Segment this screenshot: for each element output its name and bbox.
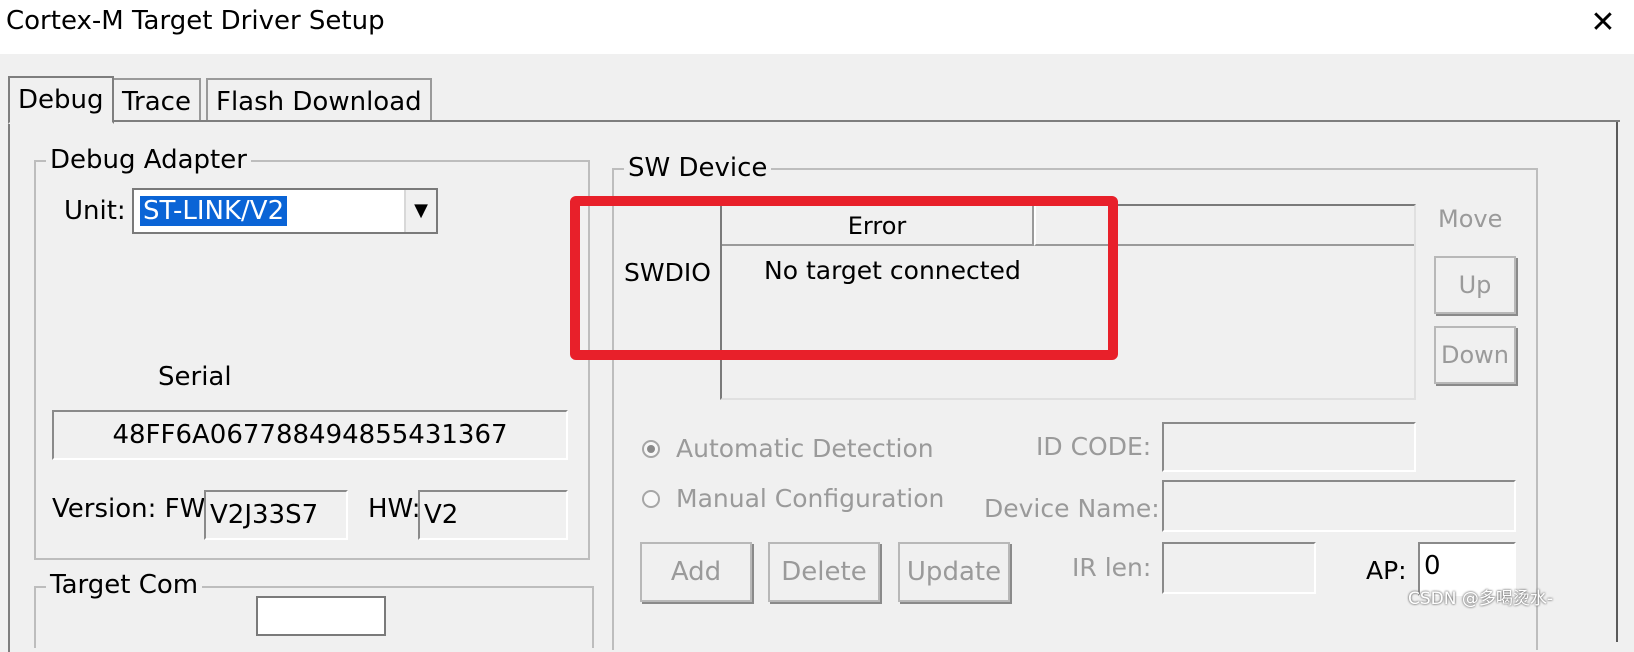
target-com-legend: Target Com — [46, 570, 203, 600]
id-code-label: ID CODE: — [1036, 432, 1152, 461]
unit-selected-value: ST-LINK/V2 — [140, 196, 288, 226]
unit-select[interactable]: ST-LINK/V2 ▼ — [132, 188, 438, 234]
move-label: Move — [1438, 205, 1503, 233]
sw-device-legend: SW Device — [624, 153, 772, 183]
page-shadow — [1616, 122, 1618, 642]
add-button[interactable]: Add — [640, 542, 752, 602]
debug-adapter-legend: Debug Adapter — [46, 145, 251, 175]
auto-detect-label[interactable]: Automatic Detection — [676, 434, 934, 463]
id-code-field[interactable] — [1162, 422, 1416, 472]
tab-debug[interactable]: Debug — [8, 76, 114, 124]
update-button[interactable]: Update — [898, 542, 1010, 602]
port-select[interactable] — [256, 596, 386, 636]
fw-version-field: V2J33S7 — [204, 490, 348, 540]
close-icon[interactable]: ✕ — [1586, 6, 1620, 40]
hw-version-label: HW: — [368, 494, 421, 524]
ir-len-label: IR len: — [1072, 553, 1152, 582]
manual-config-radio[interactable] — [642, 490, 660, 508]
device-name-field[interactable] — [1162, 480, 1516, 532]
delete-button[interactable]: Delete — [768, 542, 880, 602]
move-up-button[interactable]: Up — [1434, 256, 1516, 314]
unit-label: Unit: — [64, 196, 126, 226]
fw-version-label: Version: FW: — [52, 494, 213, 524]
manual-config-label[interactable]: Manual Configuration — [676, 484, 944, 513]
hw-version-field: V2 — [418, 490, 568, 540]
chevron-down-icon[interactable]: ▼ — [404, 190, 436, 232]
watermark: CSDN @多喝烫水- — [1408, 589, 1554, 609]
window-title: Cortex-M Target Driver Setup — [6, 6, 385, 36]
serial-field: 48FF6A067788494855431367 — [52, 410, 568, 460]
auto-detect-radio[interactable] — [642, 440, 660, 458]
ap-label: AP: — [1366, 556, 1407, 585]
tab-flash-download[interactable]: Flash Download — [206, 78, 432, 122]
radio-selected-icon — [647, 445, 655, 453]
serial-label: Serial — [158, 362, 232, 392]
move-down-button[interactable]: Down — [1434, 326, 1516, 384]
highlight-annotation — [570, 196, 1118, 360]
device-name-label: Device Name: — [984, 494, 1160, 523]
ir-len-field[interactable] — [1162, 542, 1316, 594]
tab-trace[interactable]: Trace — [112, 78, 201, 122]
